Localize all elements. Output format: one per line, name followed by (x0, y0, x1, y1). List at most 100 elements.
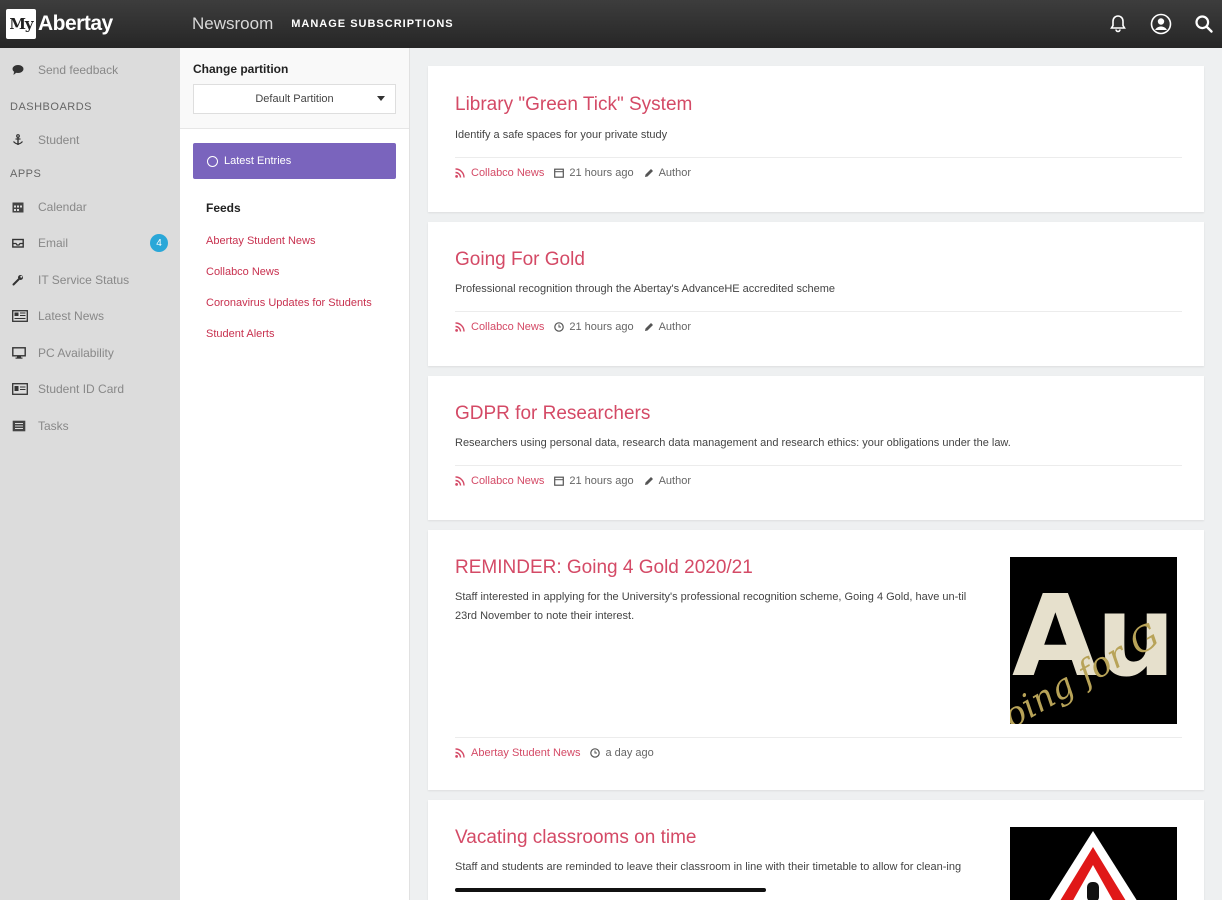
news-card[interactable]: GDPR for Researchers Researchers using p… (428, 376, 1204, 520)
news-summary: Professional recognition through the Abe… (455, 283, 835, 295)
id-card-icon (12, 383, 38, 396)
pencil-icon (644, 477, 653, 485)
news-author: Author (644, 475, 691, 487)
divider (455, 737, 1182, 738)
news-author-label: Author (658, 475, 692, 487)
logo-badge: My (6, 9, 36, 39)
sidebar-item-label: Calendar (38, 199, 87, 214)
news-author-label: Author (658, 167, 692, 179)
sidebar-item-label: Email (38, 236, 69, 251)
news-card[interactable]: Going For Gold Professional recognition … (428, 222, 1204, 366)
news-meta: Collabco News 21 hours ago Author (455, 321, 691, 333)
news-source[interactable]: Abertay Student News (455, 747, 580, 759)
latest-entries-label: Latest Entries (224, 155, 292, 167)
news-title[interactable]: GDPR for Researchers (455, 403, 650, 425)
left-sidebar: Send feedback DASHBOARDS Student APPS Ca… (0, 48, 180, 900)
news-title[interactable]: Library "Green Tick" System (455, 94, 692, 116)
news-card[interactable]: Vacating classrooms on time Staff and st… (428, 800, 1204, 900)
horizontal-scrollbar[interactable] (455, 888, 766, 892)
news-time-label: 21 hours ago (569, 475, 634, 487)
news-meta: Abertay Student News a day ago (455, 747, 654, 759)
news-thumbnail-warning-sign[interactable] (1010, 827, 1177, 900)
sidebar-item-latest-news[interactable]: Latest News (0, 298, 180, 335)
latest-entries-button[interactable]: Latest Entries (193, 143, 396, 179)
feeds-heading: Feeds (206, 201, 241, 215)
sidebar-item-label: Student ID Card (38, 382, 125, 397)
news-summary: Identify a safe spaces for your private … (455, 129, 668, 141)
top-icons (1108, 0, 1214, 48)
calendar-icon (554, 168, 565, 178)
pencil-icon (644, 323, 653, 331)
apps-heading: APPS (10, 167, 42, 180)
sidebar-item-email[interactable]: Email 4 (0, 225, 180, 262)
email-unread-badge: 4 (150, 234, 168, 253)
tasks-icon (12, 420, 38, 432)
news-time: a day ago (590, 747, 654, 759)
monitor-icon (12, 346, 38, 359)
rss-icon (455, 476, 465, 486)
top-bar: My Abertay Newsroom MANAGE SUBSCRIPTIONS (0, 0, 1222, 48)
news-card[interactable]: Library "Green Tick" System Identify a s… (428, 66, 1204, 212)
news-meta: Collabco News 21 hours ago Author (455, 475, 691, 487)
news-thumbnail-going-4-gold[interactable]: A u oing for G (1010, 557, 1177, 724)
send-feedback-item[interactable]: Send feedback (0, 48, 180, 92)
sidebar-item-calendar[interactable]: Calendar (0, 189, 180, 226)
calendar-icon (554, 476, 565, 486)
sidebar-item-label: Latest News (38, 309, 105, 324)
calendar-icon (12, 201, 38, 213)
sidebar-item-student-id-card[interactable]: Student ID Card (0, 371, 180, 408)
news-time-label: 21 hours ago (569, 321, 634, 333)
anchor-icon (12, 134, 38, 146)
news-title[interactable]: Vacating classrooms on time (455, 827, 696, 849)
wrench-icon (12, 274, 38, 286)
sidebar-item-label: IT Service Status (38, 272, 130, 287)
news-author-label: Author (658, 321, 692, 333)
feed-link-abertay-student-news[interactable]: Abertay Student News (180, 235, 409, 247)
news-source-label: Abertay Student News (471, 747, 581, 759)
news-card[interactable]: REMINDER: Going 4 Gold 2020/21 Staff int… (428, 530, 1204, 790)
filter-panel: Change partition Default Partition Lates… (180, 48, 410, 900)
user-circle-icon[interactable] (1150, 13, 1172, 35)
news-source[interactable]: Collabco News (455, 475, 544, 487)
pencil-icon (644, 169, 653, 177)
feed-link-collabco-news[interactable]: Collabco News (180, 266, 409, 278)
sidebar-item-it-service-status[interactable]: IT Service Status (0, 262, 180, 299)
partition-select-value: Default Partition (255, 93, 334, 105)
news-source[interactable]: Collabco News (455, 167, 544, 179)
news-source-label: Collabco News (471, 167, 545, 179)
rss-icon (455, 322, 465, 332)
news-title[interactable]: REMINDER: Going 4 Gold 2020/21 (455, 557, 753, 579)
sidebar-item-student[interactable]: Student (0, 122, 180, 159)
news-source-label: Collabco News (471, 475, 545, 487)
search-icon[interactable] (1194, 14, 1214, 34)
news-title[interactable]: Going For Gold (455, 249, 585, 271)
clock-icon (207, 155, 218, 167)
divider (455, 157, 1182, 158)
news-time: 21 hours ago (554, 167, 634, 179)
partition-section: Change partition Default Partition (180, 48, 409, 129)
divider (455, 465, 1182, 466)
rss-icon (455, 168, 465, 178)
send-feedback-label: Send feedback (38, 63, 119, 77)
manage-subscriptions-link[interactable]: MANAGE SUBSCRIPTIONS (291, 18, 453, 30)
sidebar-item-label: PC Availability (38, 345, 114, 360)
news-summary: Staff and students are reminded to leave… (455, 861, 962, 873)
sidebar-item-tasks[interactable]: Tasks (0, 408, 180, 445)
rss-icon (455, 748, 465, 758)
inbox-icon (12, 237, 38, 249)
bell-icon[interactable] (1108, 14, 1128, 34)
news-author: Author (644, 167, 691, 179)
caret-down-icon (377, 96, 385, 101)
myabertay-logo[interactable]: My Abertay (0, 0, 180, 48)
feed-link-student-alerts[interactable]: Student Alerts (180, 328, 409, 340)
news-source-label: Collabco News (471, 321, 545, 333)
news-source[interactable]: Collabco News (455, 321, 544, 333)
logo-text: Abertay (38, 12, 113, 35)
partition-label: Change partition (193, 62, 289, 76)
news-time-label: a day ago (605, 747, 654, 759)
sidebar-item-pc-availability[interactable]: PC Availability (0, 335, 180, 372)
partition-select[interactable]: Default Partition (193, 84, 396, 114)
speech-bubble-icon (12, 64, 38, 76)
feed-link-coronavirus-updates[interactable]: Coronavirus Updates for Students (180, 297, 409, 309)
news-summary: Staff interested in applying for the Uni… (455, 591, 967, 622)
